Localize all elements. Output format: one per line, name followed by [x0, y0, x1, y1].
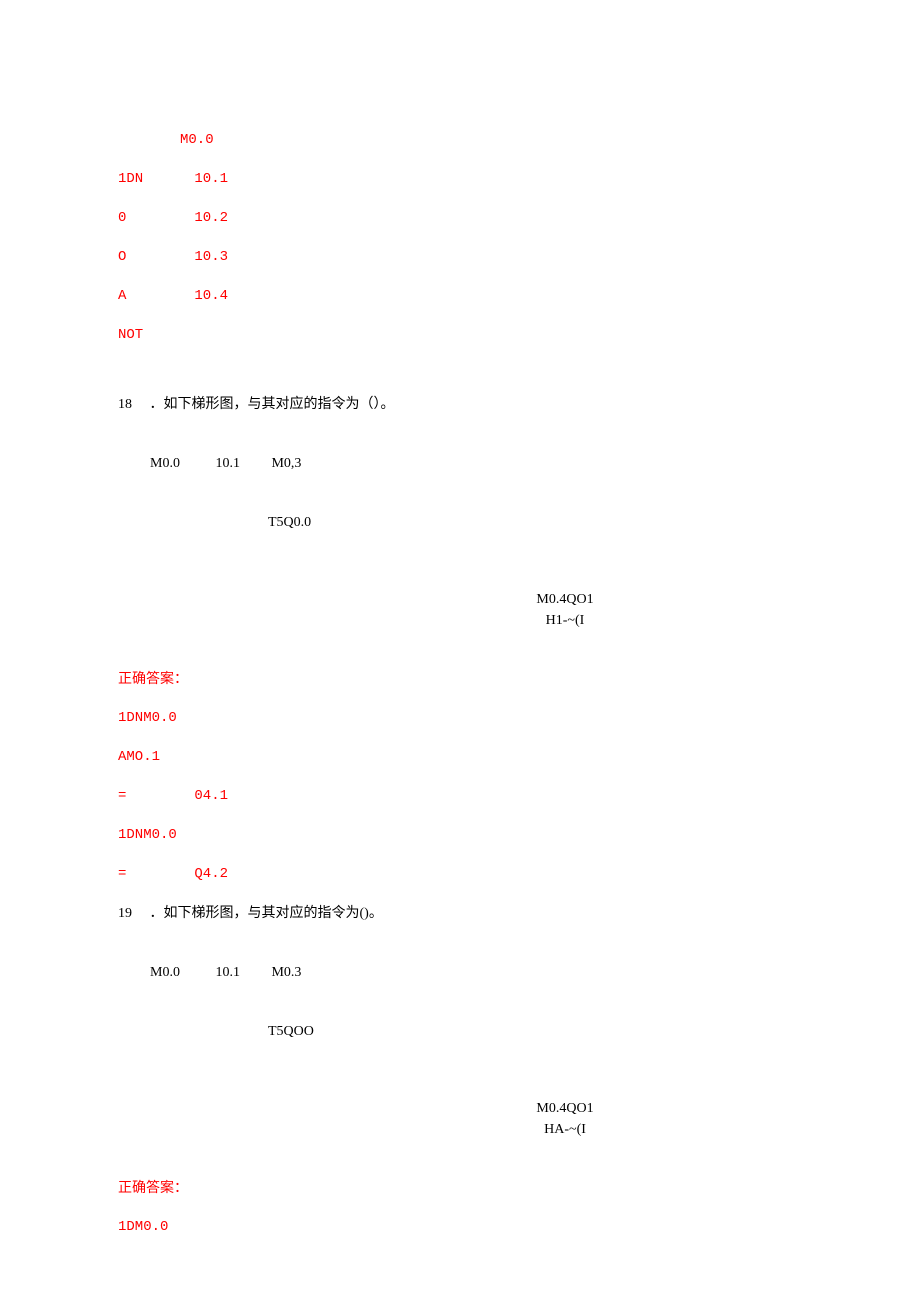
- diagram-row: M0.4QO1: [118, 589, 802, 610]
- answer-line: 1DNM0.0: [118, 825, 802, 846]
- diagram-item: M0.3: [271, 965, 301, 980]
- code-op: A: [118, 286, 186, 307]
- answer-label: 正确答案：: [118, 1178, 802, 1199]
- question-number: 19: [118, 906, 132, 921]
- answer-line: AMO.1: [118, 747, 802, 768]
- code-op: 1DN: [118, 169, 186, 190]
- diagram-row: H1-~(I: [118, 610, 802, 631]
- diagram-row: HA-~(I: [118, 1119, 802, 1140]
- diagram-item: M0,3: [271, 456, 301, 471]
- code-arg: Q4.2: [194, 866, 228, 882]
- question-18: 18 ．如下梯形图，与其对应的指令为（）。: [118, 394, 802, 415]
- code-line: 1DN 10.1: [118, 169, 802, 190]
- code-arg: 04.1: [194, 788, 228, 804]
- diagram-row: M0.0 10.1 M0.3: [118, 962, 802, 983]
- diagram-row: M0.0 10.1 M0,3: [118, 453, 802, 474]
- diagram-row: T5QOO: [118, 1021, 802, 1042]
- question-text: ．如下梯形图，与其对应的指令为（）。: [150, 397, 395, 412]
- code-arg: 10.1: [194, 171, 228, 187]
- diagram-item: M0.0: [150, 962, 180, 983]
- answer-line: 1DNM0.0: [118, 708, 802, 729]
- code-line: NOT: [118, 325, 802, 346]
- code-op: O: [118, 247, 186, 268]
- answer-line: = 04.1: [118, 786, 802, 807]
- code-arg: 10.2: [194, 210, 228, 226]
- question-19: 19 ．如下梯形图，与其对应的指令为()。: [118, 903, 802, 924]
- diagram-item: 10.1: [215, 453, 240, 474]
- code-arg: 10.4: [194, 288, 228, 304]
- answer-line: = Q4.2: [118, 864, 802, 885]
- diagram-row: M0.4QO1: [118, 1098, 802, 1119]
- code-line: O 10.3: [118, 247, 802, 268]
- diagram-item: M0.0: [150, 453, 180, 474]
- code-op: 0: [118, 208, 186, 229]
- code-op: =: [118, 786, 186, 807]
- diagram-item: 10.1: [215, 962, 240, 983]
- diagram-row: T5Q0.0: [118, 512, 802, 533]
- code-line: 0 10.2: [118, 208, 802, 229]
- question-text: ．如下梯形图，与其对应的指令为()。: [150, 906, 383, 921]
- code-line: M0.0: [118, 130, 802, 151]
- code-line: A 10.4: [118, 286, 802, 307]
- question-number: 18: [118, 397, 132, 412]
- answer-label: 正确答案：: [118, 669, 802, 690]
- code-op: =: [118, 864, 186, 885]
- code-arg: 10.3: [194, 249, 228, 265]
- answer-line: 1DM0.0: [118, 1217, 802, 1238]
